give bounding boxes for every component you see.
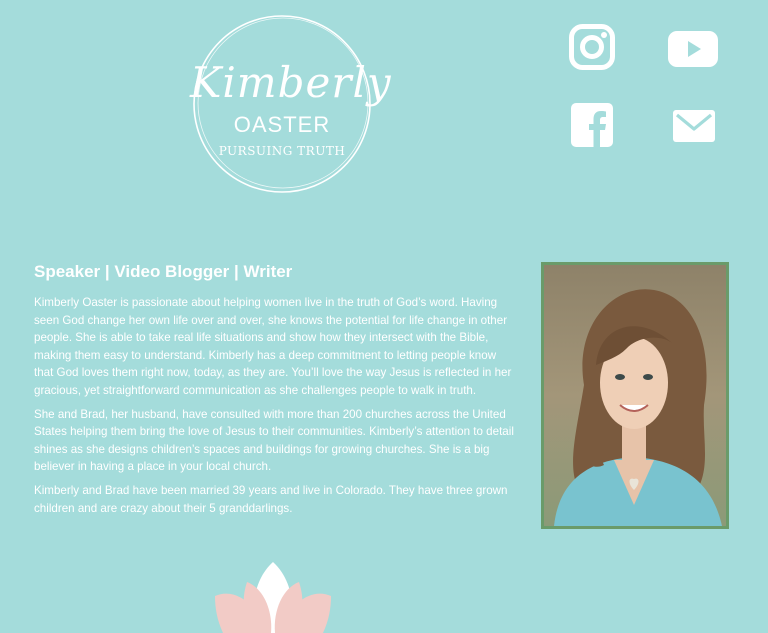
lotus-icon (215, 562, 331, 633)
portrait-illustration (544, 265, 726, 526)
envelope-icon (673, 110, 715, 142)
email-link[interactable] (673, 110, 715, 142)
logo-tagline: PURSUING TRUTH (218, 144, 346, 158)
bio-text: Kimberly Oaster is passionate about help… (34, 294, 518, 523)
youtube-link[interactable] (668, 31, 718, 67)
facebook-link[interactable] (571, 103, 613, 147)
lotus-decoration (213, 560, 333, 633)
instagram-link[interactable] (569, 24, 615, 70)
portrait-photo (541, 262, 729, 529)
youtube-icon (668, 31, 718, 67)
about-headline: Speaker | Video Blogger | Writer (34, 262, 293, 281)
bio-paragraph: Kimberly and Brad have been married 39 y… (34, 483, 508, 515)
logo-surname: OASTER (233, 112, 331, 137)
logo-script-name: Kimberly (190, 58, 392, 107)
bio-paragraph: She and Brad, her husband, have consulte… (34, 407, 514, 474)
site-logo[interactable]: Kimberly OASTER PURSUING TRUTH (190, 12, 392, 196)
instagram-icon (569, 24, 615, 70)
facebook-icon (571, 103, 613, 147)
bio-paragraph: Kimberly Oaster is passionate about help… (34, 296, 512, 397)
